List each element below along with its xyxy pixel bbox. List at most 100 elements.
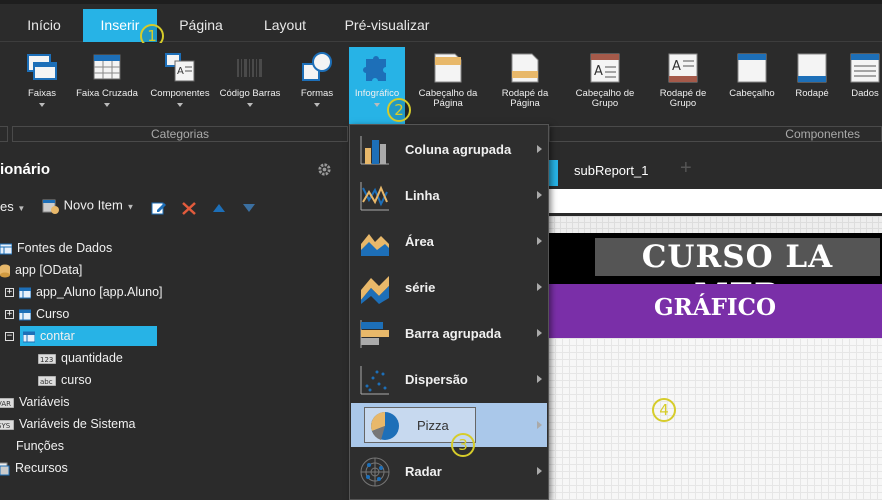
componentes-button[interactable]: A Componentes (146, 47, 214, 123)
svg-text:VAR: VAR (0, 400, 11, 408)
submenu-arrow-icon (537, 145, 542, 153)
variable-icon: VAR (0, 397, 14, 408)
tree-label: Recursos (15, 461, 68, 475)
menu-label: série (405, 280, 436, 295)
tree-label: Curso (36, 307, 70, 321)
submenu-arrow-icon (537, 283, 542, 291)
datasource-icon (0, 243, 12, 255)
banner-text[interactable]: CURSO LA MER (595, 238, 880, 313)
move-down-icon[interactable] (242, 203, 256, 213)
menu-label: Radar (405, 464, 442, 479)
ribbon-label: Formas (300, 88, 334, 99)
scatter-icon (360, 366, 389, 395)
tree-label: Funções (16, 439, 64, 453)
svg-text:A: A (177, 66, 184, 77)
ribbon-label: Faixa Cruzada (76, 88, 138, 99)
tree-item-funcoes[interactable]: Funções (16, 436, 64, 456)
cabecalho-da-pagina-button[interactable]: Cabeçalho da Página (414, 47, 482, 123)
tab-layout[interactable]: Layout (250, 9, 320, 42)
menu-item-serie[interactable]: série (351, 265, 547, 309)
resources-icon (0, 462, 10, 476)
tree-item-variaveis[interactable]: VAR Variáveis (0, 392, 69, 412)
dropdown-arrow-icon: ▼ (17, 204, 26, 213)
faixa-cruzada-button[interactable]: Faixa Cruzada (74, 47, 140, 123)
tree-item-app-odata[interactable]: app [OData] (0, 260, 82, 280)
band-grid-top (548, 216, 882, 233)
shapes-icon (302, 52, 332, 81)
submenu-arrow-icon (537, 191, 542, 199)
tree-item-contar-selected[interactable]: contar (20, 326, 157, 346)
gear-icon[interactable] (317, 162, 332, 177)
tab-inicio[interactable]: Início (14, 9, 74, 42)
ruler (548, 189, 882, 213)
dictionary-panel: ionário es ▼ Novo Item ▼ Fontes de Dados… (0, 145, 348, 500)
tree-item-curso[interactable]: + Curso (5, 304, 69, 324)
ribbon-label: Cabeçalho (729, 88, 775, 99)
tree-item-variaveis-sistema[interactable]: SYS Variáveis de Sistema (0, 414, 136, 434)
move-up-icon[interactable] (212, 203, 226, 213)
dados-button[interactable]: Dados (848, 47, 882, 123)
step-badge-2: 2 (387, 98, 411, 122)
title-band[interactable]: CURSO LA MER (548, 233, 882, 313)
bands-icon (27, 54, 57, 80)
submenu-arrow-icon (537, 329, 542, 337)
actions-menu[interactable]: es ▼ (0, 199, 25, 214)
add-page-button[interactable]: + (680, 157, 692, 180)
page-tab-edge[interactable] (548, 160, 558, 186)
formas-button[interactable]: Formas (292, 47, 342, 123)
rodape-da-pagina-button[interactable]: Rodapé da Página (493, 47, 557, 123)
table-icon (23, 331, 35, 343)
rodape-button[interactable]: Rodapé (784, 47, 840, 123)
faixas-button[interactable]: Faixas (14, 47, 70, 123)
subtitle-band[interactable]: GRÁFICO (548, 284, 882, 338)
page-footer-icon (511, 53, 539, 83)
tree-label: app_Aluno [app.Aluno] (36, 285, 163, 299)
actions-label: es (0, 199, 14, 214)
menu-item-radar[interactable]: Radar (351, 449, 547, 493)
tree-item-data-sources[interactable]: Fontes de Dados (0, 238, 112, 258)
new-item-label: Novo Item (63, 197, 123, 213)
dropdown-arrow-icon (177, 103, 183, 107)
tab-subreport-1[interactable]: subReport_1 (574, 163, 648, 178)
tab-pagina[interactable]: Página (166, 9, 236, 42)
expand-icon[interactable]: + (5, 288, 14, 298)
designer-window: Início Inserir Página Layout Pré-visuali… (0, 0, 882, 500)
cabecalho-de-grupo-button[interactable]: A Cabeçalho de Grupo (571, 47, 639, 123)
tab-pre-visualizar[interactable]: Pré-visualizar (334, 9, 440, 42)
radar-icon (360, 457, 390, 487)
delete-icon[interactable] (181, 200, 197, 216)
rodape-de-grupo-button[interactable]: A Rodapé de Grupo (651, 47, 715, 123)
new-item-button[interactable]: Novo Item ▼ (42, 197, 134, 215)
collapse-icon[interactable]: − (5, 332, 14, 342)
menu-item-area[interactable]: Área (351, 219, 547, 263)
tree-item-app-aluno[interactable]: + app_Aluno [app.Aluno] (5, 282, 163, 302)
infographic-menu: Coluna agrupada Linha Área série Barra a… (349, 124, 549, 500)
expand-icon[interactable]: + (5, 310, 14, 320)
ribbon-tabs: Início Inserir Página Layout Pré-visuali… (0, 4, 882, 48)
subtitle-text[interactable]: GRÁFICO (548, 294, 882, 321)
menu-item-barra-agrupada[interactable]: Barra agrupada (351, 311, 547, 355)
pie-chart-icon (371, 412, 399, 440)
categories-label: Categorias (12, 126, 348, 142)
menu-item-dispersao[interactable]: Dispersão (351, 357, 547, 401)
tree-label: Variáveis (19, 395, 70, 409)
barcode-icon (237, 59, 262, 77)
dropdown-arrow-icon (374, 103, 380, 107)
puzzle-icon (363, 56, 386, 81)
group-header-icon: A (590, 53, 620, 83)
cabecalho-button[interactable]: Cabeçalho (724, 47, 780, 123)
edit-icon[interactable] (151, 200, 167, 216)
menu-item-pizza[interactable]: Pizza 3 (351, 403, 547, 457)
menu-item-linha[interactable]: Linha (351, 173, 547, 217)
ribbon-label: Dados (851, 88, 879, 99)
category-box-edge (0, 126, 8, 142)
svg-text:SYS: SYS (0, 422, 11, 430)
codigo-barras-button[interactable]: Código Barras (216, 47, 284, 123)
tree-item-recursos[interactable]: Recursos (0, 458, 68, 478)
tree-item-curso-field[interactable]: abc curso (38, 370, 92, 390)
tree-item-quantidade[interactable]: 123 quantidade (38, 348, 123, 368)
report-designer-area: subReport_1 + CURSO LA MER GRÁFICO 4 (548, 143, 882, 500)
menu-item-coluna-agrupada[interactable]: Coluna agrupada (351, 127, 547, 171)
report-canvas[interactable] (548, 338, 882, 500)
data-band-icon (850, 53, 880, 83)
